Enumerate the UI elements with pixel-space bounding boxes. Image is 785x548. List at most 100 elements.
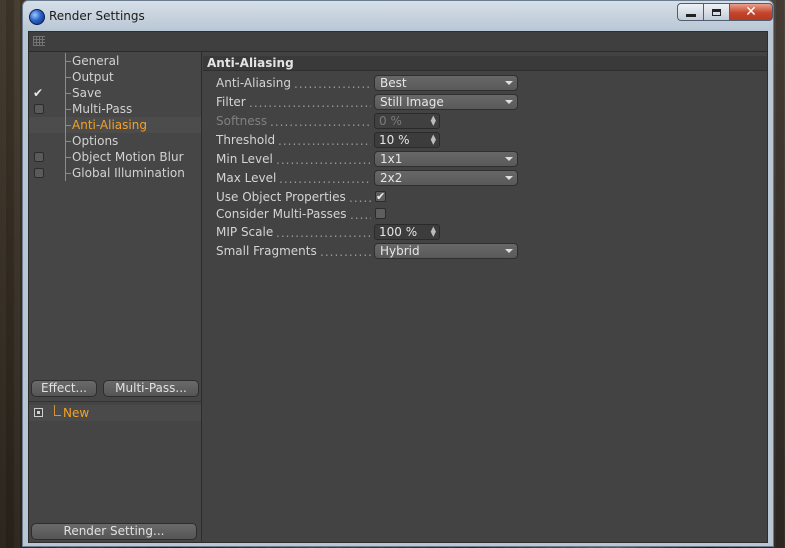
checkmark-icon[interactable]: ✔ [33, 85, 43, 100]
dropdown-value: Still Image [380, 95, 444, 109]
sidebar-item-label: Multi-Pass [72, 102, 133, 116]
parameter-checkbox[interactable]: ✔ [375, 191, 386, 202]
anti-aliasing-panel: Anti-Aliasing Anti-Aliasing.............… [203, 52, 767, 542]
sidebar-item[interactable]: Object Motion Blur [29, 149, 201, 165]
number-field[interactable]: 100 % ▲ ▼ [374, 224, 440, 240]
render-preset-icon [34, 408, 43, 417]
sidebar-item-label: Anti-Aliasing [72, 118, 147, 132]
enable-checkbox[interactable] [34, 152, 44, 162]
parameter-row: Threshold...............................… [216, 132, 546, 150]
number-field: 0 % ▲ ▼ [374, 113, 440, 129]
settings-page-tree: General Output ✔ Save Multi-Pass Anti-Aliasin… [29, 52, 201, 181]
window-title: Render Settings [49, 9, 145, 23]
parameter-label: Softness [216, 114, 268, 128]
number-field[interactable]: 10 % ▲ ▼ [374, 132, 440, 148]
dropdown-select[interactable]: Hybrid [374, 243, 518, 259]
sidebar-item[interactable]: Anti-Aliasing [29, 117, 201, 133]
parameter-row: Max Level...............................… [216, 170, 546, 188]
leader-dots: ........................................… [249, 96, 371, 110]
tree-branch-line [65, 85, 72, 101]
parameter-checkbox[interactable] [375, 208, 386, 219]
sidebar-item-label: Global Illumination [72, 166, 185, 180]
enable-checkbox[interactable] [34, 168, 44, 178]
chevron-down-icon [505, 249, 513, 253]
enable-checkbox[interactable] [34, 104, 44, 114]
spinner-arrows-icon[interactable]: ▲ ▼ [431, 134, 436, 146]
sidebar-item[interactable]: Multi-Pass [29, 101, 201, 117]
leader-dots: ........................................… [279, 172, 371, 186]
sidebar-item[interactable]: Options [29, 133, 201, 149]
effect-button[interactable]: Effect... [31, 380, 97, 397]
sidebar-item-label: Object Motion Blur [72, 150, 184, 164]
close-button[interactable]: ✕ [729, 3, 773, 21]
multipass-button[interactable]: Multi-Pass... [103, 380, 199, 397]
sidebar-item-label: Save [72, 86, 102, 100]
parameter-label: Min Level [216, 152, 273, 166]
leader-dots: ........................................… [270, 115, 371, 129]
parameter-row: Use Object Properties...................… [216, 189, 546, 207]
chevron-down-icon [505, 176, 513, 180]
maximize-button[interactable] [703, 3, 729, 21]
window-controls: ✕ [677, 3, 773, 21]
sidebar-item[interactable]: Global Illumination [29, 165, 201, 181]
render-settings-list: New [29, 401, 201, 540]
chevron-down-icon [505, 157, 513, 161]
leader-dots: ........................................… [276, 153, 371, 167]
tree-branch-line [65, 101, 72, 117]
dropdown-select[interactable]: 1x1 [374, 151, 518, 167]
parameter-row: Min Level...............................… [216, 151, 546, 169]
parameter-label: Max Level [216, 171, 277, 185]
left-pane: General Output ✔ Save Multi-Pass Anti-Aliasin… [29, 52, 202, 542]
parameter-label: Anti-Aliasing [216, 76, 291, 90]
dropdown-value: 1x1 [380, 152, 403, 166]
number-value: 0 % [379, 114, 402, 128]
tree-branch-line [65, 149, 72, 165]
parameter-label: Consider Multi-Passes [216, 207, 347, 221]
minimize-icon [685, 13, 696, 17]
tree-branch-line [65, 53, 72, 69]
dropdown-select[interactable]: Still Image [374, 94, 518, 110]
app-sphere-icon [29, 9, 45, 25]
section-title: Anti-Aliasing [203, 56, 767, 71]
grip-handle-icon[interactable] [33, 36, 45, 46]
maximize-icon [712, 8, 721, 16]
number-value: 10 % [379, 133, 410, 147]
render-setting-button[interactable]: Render Setting... [31, 523, 197, 540]
close-icon: ✕ [745, 4, 757, 20]
tree-branch-line [54, 405, 61, 416]
panel-header-strip [29, 32, 767, 52]
sidebar-item[interactable]: ✔ Save [29, 85, 201, 101]
dropdown-select[interactable]: 2x2 [374, 170, 518, 186]
minimize-button[interactable] [677, 3, 703, 21]
parameter-label: Small Fragments [216, 244, 317, 258]
leader-dots: ........................................… [276, 226, 371, 240]
title-bar[interactable]: Render Settings ✕ [23, 1, 773, 31]
render-settings-window: Render Settings ✕ General Output ✔ Save Mult… [22, 0, 774, 547]
chevron-down-icon [505, 81, 513, 85]
parameter-row: Filter..................................… [216, 94, 546, 112]
dropdown-value: 2x2 [380, 171, 403, 185]
spinner-arrows-icon[interactable]: ▲ ▼ [431, 226, 436, 238]
dropdown-value: Hybrid [380, 244, 420, 258]
spinner-arrows-icon: ▲ ▼ [430, 114, 436, 127]
dropdown-value: Best [380, 76, 407, 90]
leader-dots: ........................................… [320, 245, 371, 259]
parameter-label: Use Object Properties [216, 190, 346, 204]
tree-branch-line [65, 117, 72, 133]
tree-branch-line [65, 133, 72, 149]
left-button-row: Effect... Multi-Pass... [31, 380, 201, 398]
leader-dots: ........................................… [278, 134, 371, 148]
chevron-down-icon [505, 100, 513, 104]
leader-dots: ........................................… [294, 77, 371, 91]
dropdown-select[interactable]: Best [374, 75, 518, 91]
parameter-row: Softness................................… [216, 113, 546, 131]
parameter-row: Small Fragments.........................… [216, 243, 546, 261]
parameter-label: MIP Scale [216, 225, 274, 239]
sidebar-item[interactable]: Output [29, 69, 201, 85]
parameter-label: Filter [216, 95, 246, 109]
sidebar-item-label: Options [72, 134, 119, 148]
sidebar-item[interactable]: General [29, 53, 201, 69]
list-item[interactable]: New [29, 405, 201, 421]
number-value: 100 % [379, 225, 418, 239]
tree-branch-line [65, 69, 72, 85]
